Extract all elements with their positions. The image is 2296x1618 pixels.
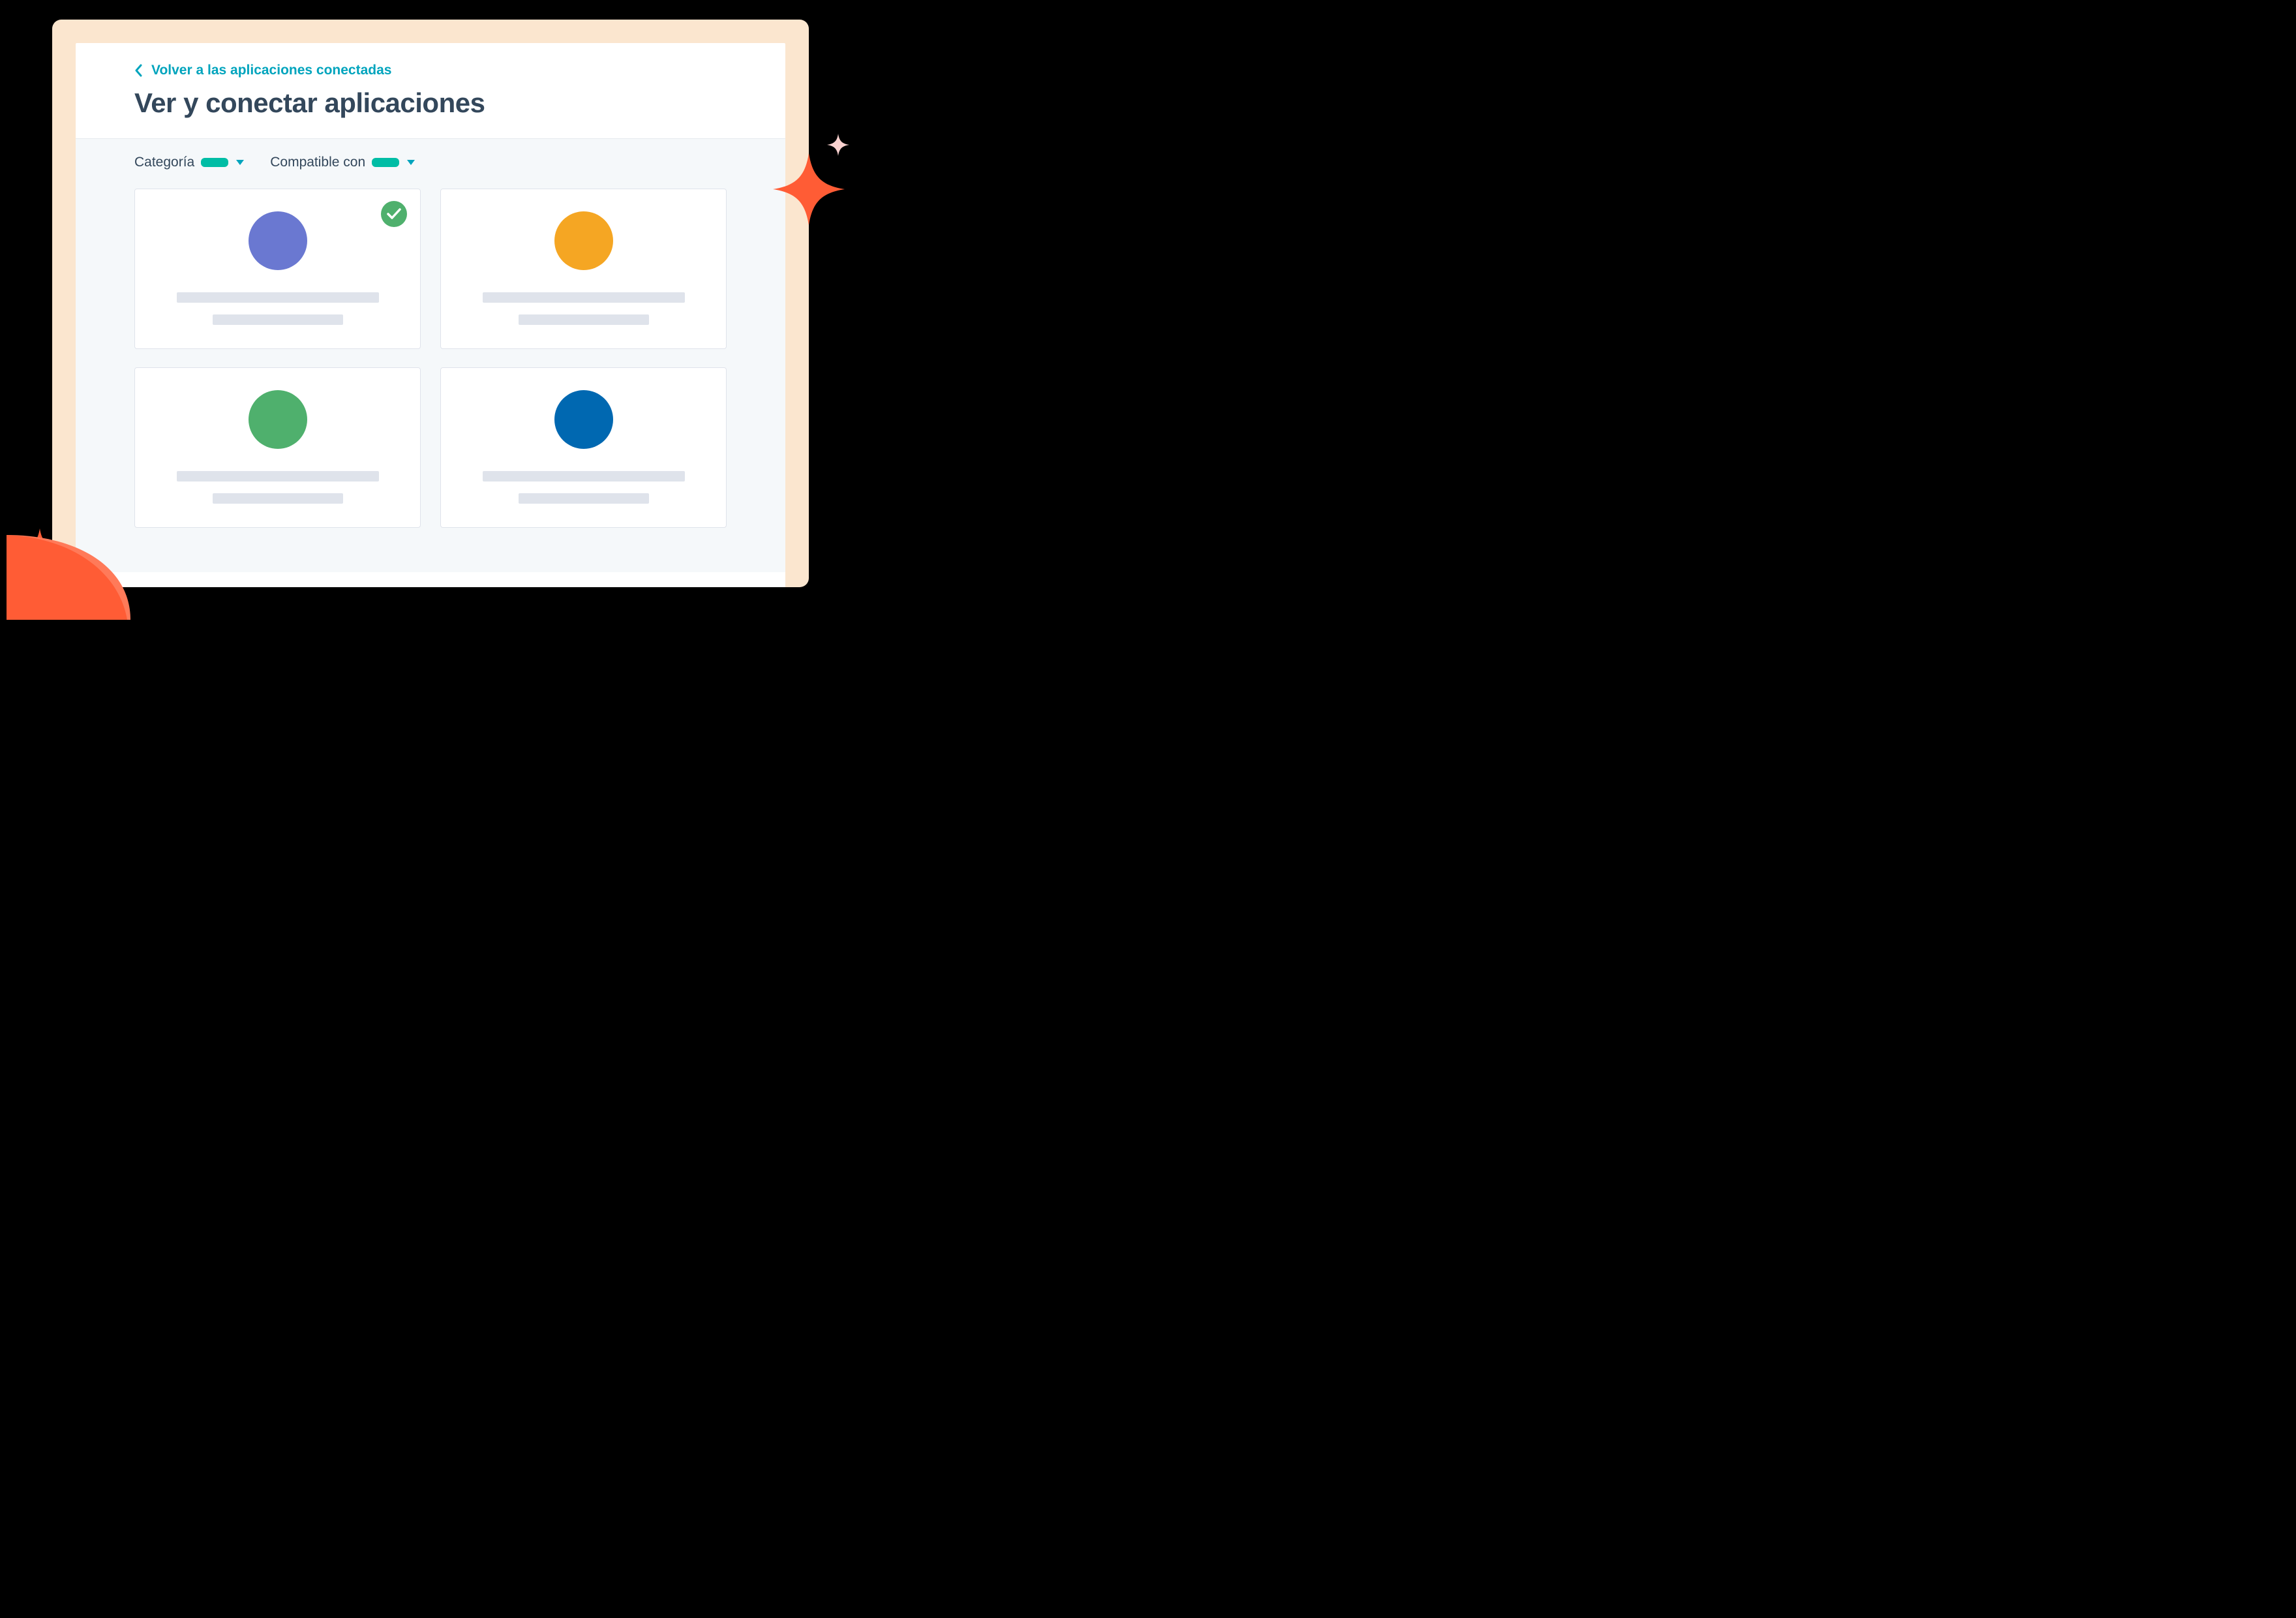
leaf-shape-icon: [7, 535, 130, 620]
app-icon: [249, 390, 307, 449]
sparkle-icon: [827, 134, 849, 156]
connected-badge: [381, 201, 407, 227]
caret-down-icon: [407, 160, 415, 165]
placeholder-line: [519, 493, 649, 504]
placeholder-line: [483, 471, 685, 481]
chevron-left-icon: [134, 64, 142, 77]
placeholder-line: [177, 292, 379, 303]
caret-down-icon: [236, 160, 244, 165]
placeholder-line: [483, 292, 685, 303]
sparkle-icon: [773, 153, 845, 225]
filter-bar: Categoría Compatible con: [134, 155, 727, 170]
filter-compatible[interactable]: Compatible con: [270, 155, 415, 170]
placeholder-line: [177, 471, 379, 481]
filter-compatible-label: Compatible con: [270, 155, 365, 170]
page-title: Ver y conectar aplicaciones: [134, 87, 727, 119]
app-card[interactable]: [134, 367, 421, 528]
app-grid: [134, 189, 727, 528]
filter-value-pill: [372, 158, 399, 167]
app-card[interactable]: [440, 189, 727, 349]
app-panel: Volver a las aplicaciones conectadas Ver…: [76, 43, 785, 587]
illustration-frame: Volver a las aplicaciones conectadas Ver…: [52, 20, 809, 587]
app-icon: [554, 211, 613, 270]
filter-value-pill: [201, 158, 228, 167]
back-link[interactable]: Volver a las aplicaciones conectadas: [134, 63, 391, 78]
check-icon: [387, 208, 401, 220]
app-icon: [249, 211, 307, 270]
placeholder-line: [213, 314, 343, 325]
placeholder-line: [213, 493, 343, 504]
panel-header: Volver a las aplicaciones conectadas Ver…: [76, 43, 785, 139]
app-card[interactable]: [134, 189, 421, 349]
back-link-label: Volver a las aplicaciones conectadas: [151, 63, 391, 78]
filter-category[interactable]: Categoría: [134, 155, 244, 170]
app-card[interactable]: [440, 367, 727, 528]
panel-body: Categoría Compatible con: [76, 139, 785, 572]
filter-category-label: Categoría: [134, 155, 194, 170]
placeholder-line: [519, 314, 649, 325]
app-icon: [554, 390, 613, 449]
